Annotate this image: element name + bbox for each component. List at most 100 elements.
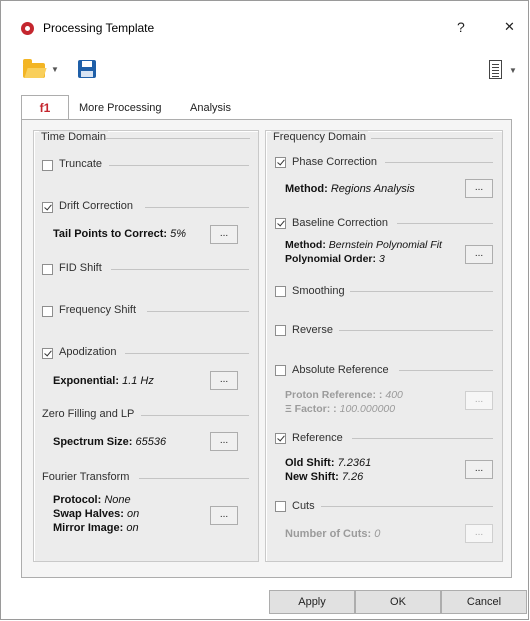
chevron-down-icon[interactable]: ▼ bbox=[509, 66, 517, 75]
old-shift-label: Old Shift: bbox=[285, 457, 335, 469]
fourier-transform-settings-button[interactable]: ... bbox=[210, 506, 238, 525]
protocol-setting: Protocol: None bbox=[53, 494, 131, 506]
reference-settings-button[interactable]: ... bbox=[465, 460, 493, 479]
reference-label: Reference bbox=[292, 432, 343, 444]
spectrum-size-label: Spectrum Size: bbox=[53, 436, 133, 448]
exponential-value: 1.1 Hz bbox=[122, 375, 154, 387]
protocol-value: None bbox=[104, 494, 131, 506]
baseline-correction-checkbox[interactable] bbox=[275, 218, 286, 229]
divider bbox=[339, 330, 493, 331]
fid-shift-checkbox[interactable] bbox=[42, 264, 53, 275]
xi-factor-label: Ξ Factor: : bbox=[285, 403, 337, 415]
frequency-shift-checkbox[interactable] bbox=[42, 306, 53, 317]
drift-correction-settings-button[interactable]: ... bbox=[210, 225, 238, 244]
mirror-image-label: Mirror Image: bbox=[53, 522, 124, 534]
smoothing-checkbox[interactable] bbox=[275, 286, 286, 297]
processing-template-window: Processing Template ? ✕ ▼ ▼ f1 More Proc… bbox=[0, 0, 529, 620]
new-shift-value: 7.26 bbox=[341, 471, 364, 483]
tab-analysis[interactable]: Analysis bbox=[190, 96, 231, 120]
xi-factor-value: 100.000000 bbox=[339, 403, 396, 415]
old-shift-value: 7.2361 bbox=[337, 457, 372, 469]
divider bbox=[321, 506, 493, 507]
cuts-settings-button[interactable]: ... bbox=[465, 524, 493, 543]
chevron-down-icon[interactable]: ▼ bbox=[51, 65, 59, 74]
tab-more-processing[interactable]: More Processing bbox=[79, 96, 162, 120]
list-menu-icon[interactable] bbox=[489, 60, 502, 79]
phase-correction-settings-button[interactable]: ... bbox=[465, 179, 493, 198]
truncate-checkbox[interactable] bbox=[42, 160, 53, 171]
apodization-label: Apodization bbox=[59, 346, 117, 358]
divider bbox=[371, 138, 493, 139]
proton-reference-value: 400 bbox=[385, 389, 403, 401]
reverse-checkbox[interactable] bbox=[275, 325, 286, 336]
protocol-label: Protocol: bbox=[53, 494, 102, 506]
title-bar: Processing Template ? ✕ bbox=[1, 1, 528, 41]
frequency-shift-label: Frequency Shift bbox=[59, 304, 137, 316]
drift-correction-label: Drift Correction bbox=[59, 200, 133, 212]
tab-f1[interactable]: f1 bbox=[21, 95, 69, 121]
new-shift-setting: New Shift: 7.26 bbox=[285, 471, 363, 483]
polynomial-order-setting: Polynomial Order: 3 bbox=[285, 253, 385, 265]
spectrum-size-setting: Spectrum Size: 65536 bbox=[53, 436, 166, 448]
baseline-correction-label: Baseline Correction bbox=[292, 217, 388, 229]
cancel-button[interactable]: Cancel bbox=[441, 590, 527, 614]
divider bbox=[106, 138, 250, 139]
divider bbox=[399, 370, 493, 371]
phase-correction-checkbox[interactable] bbox=[275, 157, 286, 168]
divider bbox=[385, 162, 493, 163]
old-shift-setting: Old Shift: 7.2361 bbox=[285, 457, 371, 469]
swap-halves-value: on bbox=[126, 508, 140, 520]
new-shift-label: New Shift: bbox=[285, 471, 339, 483]
baseline-correction-settings-button[interactable]: ... bbox=[465, 245, 493, 264]
folder-open-icon[interactable] bbox=[23, 59, 45, 78]
drift-correction-checkbox[interactable] bbox=[42, 202, 53, 213]
baseline-method-label: Method: bbox=[285, 239, 326, 251]
divider bbox=[109, 165, 249, 166]
exponential-setting: Exponential: 1.1 Hz bbox=[53, 375, 154, 387]
divider bbox=[125, 353, 249, 354]
floppy-disk-icon[interactable] bbox=[78, 60, 96, 78]
app-logo-icon bbox=[21, 22, 34, 35]
fid-shift-label: FID Shift bbox=[59, 262, 102, 274]
absolute-reference-settings-button[interactable]: ... bbox=[465, 391, 493, 410]
help-button[interactable]: ? bbox=[457, 19, 465, 35]
smoothing-label: Smoothing bbox=[292, 285, 345, 297]
proton-reference-setting: Proton Reference: : 400 bbox=[285, 389, 403, 401]
cuts-checkbox[interactable] bbox=[275, 501, 286, 512]
polynomial-order-label: Polynomial Order: bbox=[285, 253, 377, 265]
divider bbox=[147, 311, 249, 312]
reverse-label: Reverse bbox=[292, 324, 333, 336]
apodization-settings-button[interactable]: ... bbox=[210, 371, 238, 390]
phase-method-label: Method: bbox=[285, 183, 328, 195]
zero-filling-title: Zero Filling and LP bbox=[42, 408, 135, 420]
swap-halves-setting: Swap Halves: on bbox=[53, 508, 139, 520]
frequency-domain-title: Frequency Domain bbox=[271, 131, 368, 143]
swap-halves-label: Swap Halves: bbox=[53, 508, 124, 520]
number-of-cuts-value: 0 bbox=[374, 528, 381, 540]
tail-points-label: Tail Points to Correct: bbox=[53, 228, 168, 240]
reference-checkbox[interactable] bbox=[275, 433, 286, 444]
absolute-reference-label: Absolute Reference bbox=[292, 364, 389, 376]
window-title: Processing Template bbox=[43, 21, 155, 35]
proton-reference-label: Proton Reference: : bbox=[285, 389, 383, 401]
cuts-label: Cuts bbox=[292, 500, 315, 512]
spectrum-size-value: 65536 bbox=[135, 436, 167, 448]
divider bbox=[352, 438, 493, 439]
polynomial-order-value: 3 bbox=[378, 253, 385, 265]
truncate-label: Truncate bbox=[59, 158, 103, 170]
apodization-checkbox[interactable] bbox=[42, 348, 53, 359]
time-domain-title: Time Domain bbox=[39, 131, 108, 143]
mirror-image-setting: Mirror Image: on bbox=[53, 522, 139, 534]
close-button[interactable]: ✕ bbox=[504, 19, 515, 35]
apply-button[interactable]: Apply bbox=[269, 590, 355, 614]
ok-button[interactable]: OK bbox=[355, 590, 441, 614]
divider bbox=[141, 415, 249, 416]
tail-points-value: 5% bbox=[170, 228, 187, 240]
divider bbox=[145, 207, 249, 208]
absolute-reference-checkbox[interactable] bbox=[275, 365, 286, 376]
mirror-image-value: on bbox=[126, 522, 139, 534]
fourier-transform-title: Fourier Transform bbox=[42, 471, 130, 483]
xi-factor-setting: Ξ Factor: : 100.000000 bbox=[285, 403, 395, 415]
zero-filling-settings-button[interactable]: ... bbox=[210, 432, 238, 451]
exponential-label: Exponential: bbox=[53, 375, 120, 387]
